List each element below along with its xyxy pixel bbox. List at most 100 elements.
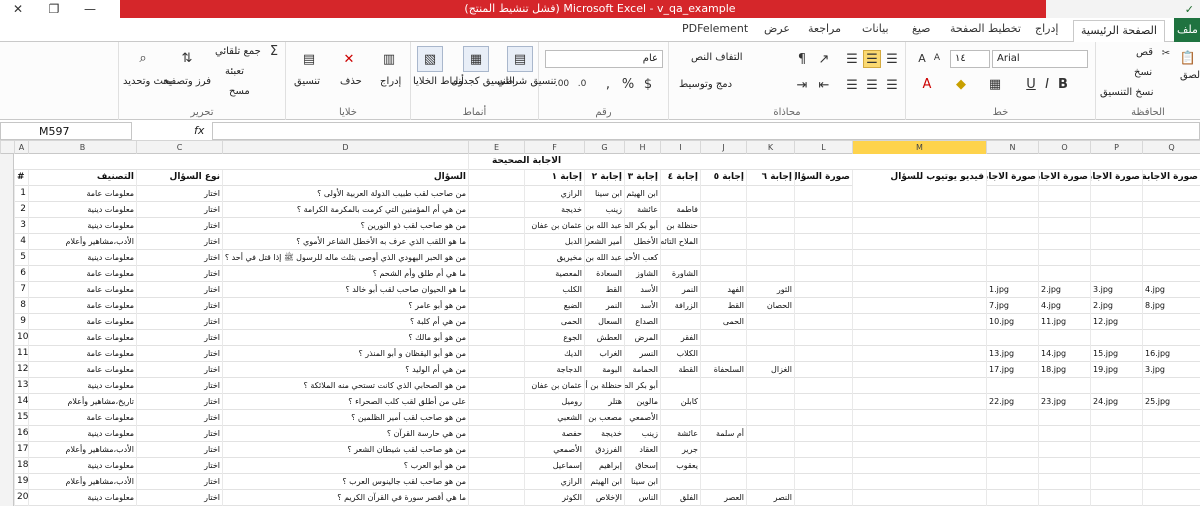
- cell-g[interactable]: البومة: [584, 362, 624, 378]
- cell-o[interactable]: [1038, 458, 1090, 474]
- row-header[interactable]: [0, 442, 14, 458]
- cell-h[interactable]: أبو بكر الصديق: [624, 378, 660, 394]
- cell-a[interactable]: 15: [14, 410, 28, 426]
- column-header-j[interactable]: J: [700, 141, 746, 154]
- cell-i[interactable]: فاطمة: [660, 202, 700, 218]
- cell-d[interactable]: ما هي أم طلق وأم الشحم ؟: [222, 266, 468, 282]
- format-cells-button[interactable]: تنسيق: [294, 76, 320, 87]
- cell-c[interactable]: اختار: [136, 266, 222, 282]
- cell-q[interactable]: [1142, 378, 1200, 394]
- cell-i[interactable]: عائشة: [660, 426, 700, 442]
- cell-f[interactable]: عثمان بن عفان: [524, 378, 584, 394]
- column-header-b[interactable]: B: [28, 141, 136, 154]
- cell-l[interactable]: [794, 346, 852, 362]
- cell-j[interactable]: [700, 474, 746, 490]
- column-header-l[interactable]: L: [794, 141, 852, 154]
- cell-m[interactable]: [852, 202, 986, 218]
- header-cell-i[interactable]: إجابة ٤: [660, 170, 700, 186]
- cell-j[interactable]: [700, 266, 746, 282]
- cell-k[interactable]: [746, 394, 794, 410]
- cell-q[interactable]: 3.jpg: [1142, 362, 1200, 378]
- cell-k[interactable]: الثور: [746, 282, 794, 298]
- name-box[interactable]: M597: [0, 122, 132, 140]
- cell-l[interactable]: [794, 314, 852, 330]
- cell-a[interactable]: 20: [14, 490, 28, 506]
- cell-n[interactable]: [986, 442, 1038, 458]
- cell-i[interactable]: [660, 378, 700, 394]
- cell-n[interactable]: 1.jpg: [986, 282, 1038, 298]
- cell-o[interactable]: [1038, 266, 1090, 282]
- cell-e[interactable]: [468, 234, 524, 250]
- cell-l[interactable]: [794, 266, 852, 282]
- cell-g[interactable]: خديجة: [584, 426, 624, 442]
- cell-l[interactable]: [794, 202, 852, 218]
- paste-icon[interactable]: 📋: [1178, 48, 1198, 68]
- cell-m[interactable]: [852, 442, 986, 458]
- cell-h[interactable]: الناس: [624, 490, 660, 506]
- cell-d[interactable]: من هو صاحب لقب جالينوس العرب ؟: [222, 474, 468, 490]
- cell-e[interactable]: [468, 186, 524, 202]
- italic-icon[interactable]: I: [1040, 76, 1054, 92]
- cut-button[interactable]: قص: [1136, 47, 1153, 58]
- cell-h[interactable]: الشاوز: [624, 266, 660, 282]
- cell-m[interactable]: [852, 474, 986, 490]
- cell-f[interactable]: الرازي: [524, 474, 584, 490]
- cell-q[interactable]: [1142, 266, 1200, 282]
- fx-icon[interactable]: fx: [194, 124, 204, 137]
- cell-a[interactable]: 9: [14, 314, 28, 330]
- cell-o[interactable]: [1038, 330, 1090, 346]
- tab-view[interactable]: عرض: [764, 22, 790, 35]
- cell-h[interactable]: مالوين: [624, 394, 660, 410]
- cell-l[interactable]: [794, 234, 852, 250]
- cell-n[interactable]: [986, 234, 1038, 250]
- tab-data[interactable]: بيانات: [862, 22, 889, 35]
- cell-p[interactable]: [1090, 474, 1142, 490]
- header-cell-k[interactable]: إجابة ٦: [746, 170, 794, 186]
- cell-i[interactable]: يعقوب: [660, 458, 700, 474]
- cell-c[interactable]: اختار: [136, 250, 222, 266]
- cell-f[interactable]: الأصمعي: [524, 442, 584, 458]
- cell-m[interactable]: [852, 330, 986, 346]
- cell-f[interactable]: الكلب: [524, 282, 584, 298]
- cell-q[interactable]: [1142, 490, 1200, 506]
- cell-o[interactable]: [1038, 426, 1090, 442]
- cell-b[interactable]: الأدب،مشاهير وأعلام: [28, 474, 136, 490]
- cell-m[interactable]: [852, 282, 986, 298]
- cell-q[interactable]: 4.jpg: [1142, 282, 1200, 298]
- cell-c[interactable]: اختار: [136, 442, 222, 458]
- cell-b[interactable]: معلومات عامة: [28, 186, 136, 202]
- cell-b[interactable]: معلومات عامة: [28, 314, 136, 330]
- tab-home[interactable]: الصفحة الرئيسية: [1073, 20, 1165, 43]
- column-header-c[interactable]: C: [136, 141, 222, 154]
- merge-center-button[interactable]: دمج وتوسيط: [679, 79, 732, 90]
- font-name-select[interactable]: Arial: [992, 50, 1088, 68]
- cell-e[interactable]: [468, 362, 524, 378]
- cell-c[interactable]: اختار: [136, 458, 222, 474]
- cell-n[interactable]: 7.jpg: [986, 298, 1038, 314]
- cell-m[interactable]: [852, 490, 986, 506]
- tab-review[interactable]: مراجعة: [808, 22, 841, 35]
- cell-e[interactable]: [468, 250, 524, 266]
- cell-c[interactable]: اختار: [136, 394, 222, 410]
- find-select-icon[interactable]: ⌕: [131, 46, 155, 70]
- cell-l[interactable]: [794, 442, 852, 458]
- row-header[interactable]: [0, 298, 14, 314]
- cell-p[interactable]: [1090, 250, 1142, 266]
- cell-d[interactable]: من هي حارسة القرآن ؟: [222, 426, 468, 442]
- delete-cells-icon[interactable]: ✕: [336, 46, 362, 72]
- cell-j[interactable]: الفهد: [700, 282, 746, 298]
- cell-p[interactable]: [1090, 202, 1142, 218]
- header-cell-a[interactable]: #: [14, 170, 28, 186]
- cell-b[interactable]: معلومات عامة: [28, 282, 136, 298]
- format-as-table-icon[interactable]: ▦: [463, 46, 489, 72]
- row-header[interactable]: [0, 330, 14, 346]
- row-header[interactable]: [0, 202, 14, 218]
- cell-n[interactable]: 17.jpg: [986, 362, 1038, 378]
- cell-i[interactable]: جرير: [660, 442, 700, 458]
- cell-f[interactable]: الحمى: [524, 314, 584, 330]
- cell-f[interactable]: الرازي: [524, 186, 584, 202]
- cell-p[interactable]: [1090, 330, 1142, 346]
- cell-p[interactable]: [1090, 266, 1142, 282]
- cell-b[interactable]: الأدب،مشاهير وأعلام: [28, 442, 136, 458]
- tab-file[interactable]: ملف: [1174, 18, 1200, 42]
